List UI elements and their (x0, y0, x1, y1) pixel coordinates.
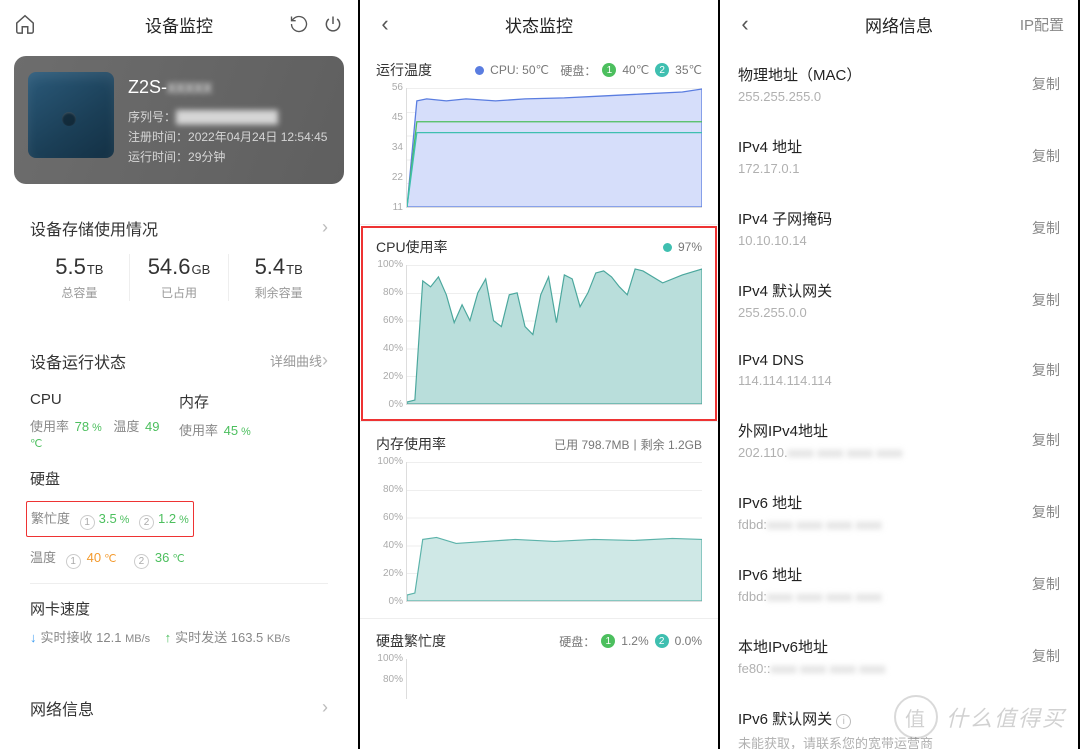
header-net: ‹ 网络信息 IP配置 (720, 0, 1078, 48)
net-row: IPv4 子网掩码10.10.10.14复制 (738, 192, 1060, 264)
copy-button[interactable]: 复制 (1032, 360, 1060, 380)
storage-card[interactable]: 设备存储使用情况 › 5.5TB总容量 54.6GB已占用 5.4TB剩余容量 (14, 200, 344, 317)
nic-title: 网卡速度 (30, 598, 328, 619)
net-row: IPv4 默认网关255.255.0.0复制 (738, 264, 1060, 336)
chart-busy: 100%80% (406, 659, 702, 699)
device-image (28, 72, 114, 158)
net-row: IPv6 地址fdbd:xxxx xxxx xxxx xxxx复制 (738, 476, 1060, 548)
home-icon[interactable] (14, 13, 36, 35)
net-row: 外网IPv4地址202.110.xxxx xxxx xxxx xxxx复制 (738, 404, 1060, 476)
net-row: IPv4 地址172.17.0.1复制 (738, 120, 1060, 192)
section-cpu: CPU使用率 97% 100%80%60%40%20%0% (360, 225, 718, 422)
header-device: 设备监控 (0, 0, 358, 48)
hdd-busy-highlight: 繁忙度 13.5 % 21.2 % (26, 501, 194, 537)
net-row: IPv6 默认网关i未能获取，请联系您的宽带运营商 (738, 692, 1060, 749)
ip-config-link[interactable]: IP配置 (1020, 14, 1064, 35)
info-icon[interactable]: i (836, 714, 851, 729)
back-icon[interactable]: ‹ (734, 13, 756, 35)
copy-button[interactable]: 复制 (1032, 146, 1060, 166)
copy-button[interactable]: 复制 (1032, 574, 1060, 594)
title: 设备监控 (145, 12, 213, 37)
chart-temp: 5645342211 (406, 88, 702, 208)
section-busy: 硬盘繁忙度 硬盘： 11.2% 20.0% 100%80% (360, 619, 718, 715)
chevron-right-icon: › (322, 217, 328, 238)
copy-button[interactable]: 复制 (1032, 218, 1060, 238)
chart-cpu: 100%80%60%40%20%0% (406, 265, 702, 405)
back-icon[interactable]: ‹ (374, 13, 396, 35)
copy-button[interactable]: 复制 (1032, 430, 1060, 450)
netinfo-card[interactable]: 网络信息 › (14, 678, 344, 738)
device-card: Z2S-xxxxx 序列号：████████████ 注册时间：2022年04月… (14, 56, 344, 184)
copy-button[interactable]: 复制 (1032, 646, 1060, 666)
net-row: IPv6 地址fdbd:xxxx xxxx xxxx xxxx复制 (738, 548, 1060, 620)
chevron-right-icon: › (322, 350, 328, 370)
copy-button[interactable]: 复制 (1032, 74, 1060, 94)
network-list: 物理地址（MAC）255.255.255.0复制IPv4 地址172.17.0.… (720, 48, 1078, 749)
chart-mem: 100%80%60%40%20%0% (406, 462, 702, 602)
net-row: 本地IPv6地址fe80::xxxx xxxx xxxx xxxx复制 (738, 620, 1060, 692)
chevron-right-icon: › (322, 697, 328, 718)
power-icon[interactable] (322, 13, 344, 35)
header-status: ‹ 状态监控 (360, 0, 718, 48)
refresh-icon[interactable] (288, 13, 310, 35)
detail-link[interactable]: 详细曲线› (270, 350, 328, 371)
net-row: 物理地址（MAC）255.255.255.0复制 (738, 48, 1060, 120)
copy-button[interactable]: 复制 (1032, 502, 1060, 522)
copy-button[interactable]: 复制 (1032, 290, 1060, 310)
section-mem: 内存使用率 已用 798.7MB | 剩余 1.2GB 100%80%60%40… (360, 422, 718, 619)
net-row: IPv4 DNS114.114.114.114复制 (738, 336, 1060, 404)
section-temp: 运行温度 CPU: 50℃ 硬盘： 140℃ 235℃ 5645342211 (360, 48, 718, 225)
run-card: 设备运行状态 详细曲线› CPU 使用率 78 % 温度 49 ℃ 内存 使用率… (14, 333, 344, 662)
